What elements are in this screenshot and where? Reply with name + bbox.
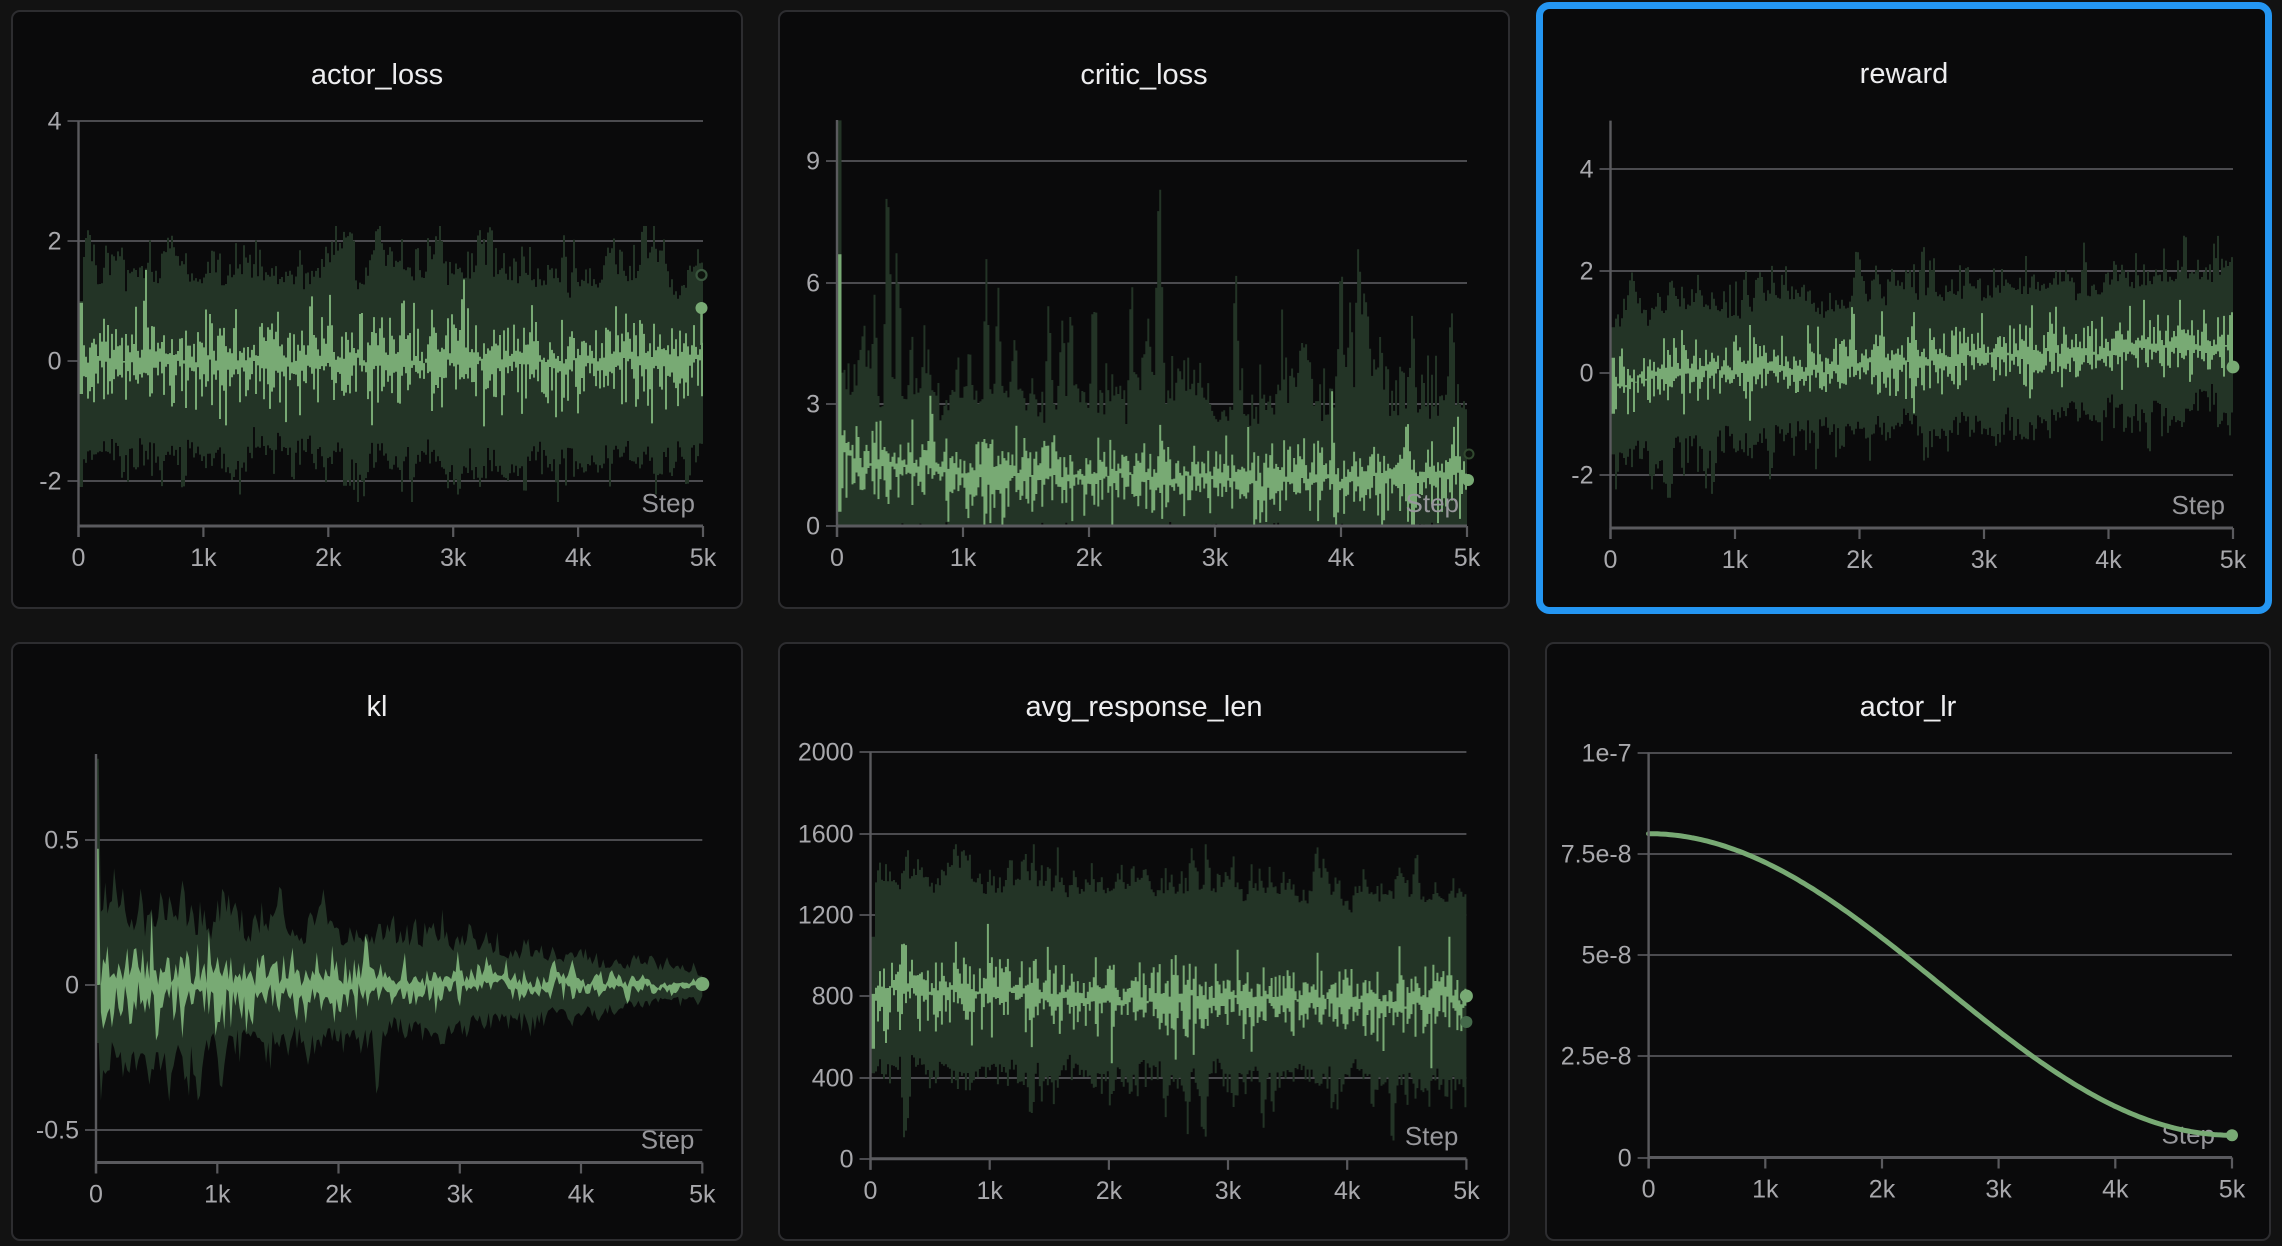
svg-text:3k: 3k: [1202, 544, 1229, 572]
svg-text:5k: 5k: [2219, 1176, 2246, 1204]
svg-text:1600: 1600: [798, 821, 854, 849]
svg-text:3: 3: [806, 391, 820, 419]
svg-text:2k: 2k: [1096, 1177, 1123, 1205]
svg-text:2k: 2k: [1869, 1176, 1896, 1204]
svg-text:5e-8: 5e-8: [1582, 942, 1632, 970]
svg-text:4k: 4k: [568, 1181, 595, 1209]
svg-text:2k: 2k: [1076, 544, 1103, 572]
svg-text:5k: 5k: [1454, 544, 1481, 572]
svg-text:4k: 4k: [565, 544, 592, 572]
svg-text:1200: 1200: [798, 902, 854, 930]
svg-text:5k: 5k: [689, 1181, 716, 1209]
svg-text:kl: kl: [367, 691, 388, 723]
svg-text:4k: 4k: [1334, 1177, 1361, 1205]
svg-text:0: 0: [89, 1181, 103, 1209]
svg-text:Step: Step: [2172, 490, 2226, 520]
svg-text:0: 0: [830, 544, 844, 572]
svg-text:2: 2: [48, 228, 62, 256]
svg-text:0: 0: [72, 544, 86, 572]
svg-text:4k: 4k: [1328, 544, 1355, 572]
svg-text:3k: 3k: [440, 544, 467, 572]
svg-text:2k: 2k: [1846, 546, 1873, 574]
svg-text:3k: 3k: [447, 1181, 474, 1209]
svg-text:-2: -2: [1571, 462, 1593, 490]
svg-text:-0.5: -0.5: [36, 1117, 79, 1145]
svg-text:0: 0: [48, 348, 62, 376]
svg-text:4: 4: [1580, 156, 1594, 184]
svg-text:0: 0: [1618, 1145, 1632, 1173]
svg-text:4k: 4k: [2102, 1176, 2129, 1204]
svg-text:6: 6: [806, 270, 820, 298]
svg-text:0: 0: [840, 1146, 854, 1174]
svg-text:Step: Step: [641, 1125, 695, 1155]
svg-text:1k: 1k: [190, 544, 217, 572]
svg-text:2.5e-8: 2.5e-8: [1561, 1043, 1632, 1071]
svg-text:reward: reward: [1860, 58, 1949, 90]
svg-text:0: 0: [1580, 360, 1594, 388]
svg-text:800: 800: [812, 983, 854, 1011]
svg-text:actor_lr: actor_lr: [1860, 691, 1957, 723]
svg-text:-2: -2: [39, 468, 61, 496]
svg-text:critic_loss: critic_loss: [1080, 59, 1207, 91]
svg-text:2k: 2k: [325, 1181, 352, 1209]
svg-text:4k: 4k: [2095, 546, 2122, 574]
svg-text:2000: 2000: [798, 739, 854, 767]
svg-text:1k: 1k: [204, 1181, 231, 1209]
svg-text:actor_loss: actor_loss: [311, 59, 443, 91]
svg-text:5k: 5k: [690, 544, 717, 572]
svg-text:1k: 1k: [1722, 546, 1749, 574]
svg-text:0: 0: [1604, 546, 1618, 574]
svg-text:0.5: 0.5: [44, 827, 79, 855]
svg-text:0: 0: [806, 513, 820, 541]
svg-text:Step: Step: [1405, 1121, 1459, 1151]
svg-text:5k: 5k: [2220, 546, 2247, 574]
svg-text:0: 0: [65, 972, 79, 1000]
svg-text:4: 4: [48, 108, 62, 136]
svg-text:3k: 3k: [1985, 1176, 2012, 1204]
svg-text:1k: 1k: [1752, 1176, 1779, 1204]
svg-text:2k: 2k: [315, 544, 342, 572]
svg-text:0: 0: [864, 1177, 878, 1205]
svg-text:2: 2: [1580, 258, 1594, 286]
svg-text:1k: 1k: [950, 544, 977, 572]
svg-text:7.5e-8: 7.5e-8: [1561, 841, 1632, 869]
svg-text:Step: Step: [1406, 488, 1460, 518]
svg-text:3k: 3k: [1971, 546, 1998, 574]
svg-text:0: 0: [1642, 1176, 1656, 1204]
svg-text:5k: 5k: [1453, 1177, 1480, 1205]
svg-text:3k: 3k: [1215, 1177, 1242, 1205]
svg-text:9: 9: [806, 148, 820, 176]
svg-text:Step: Step: [642, 488, 696, 518]
svg-text:1e-7: 1e-7: [1582, 740, 1632, 768]
svg-text:400: 400: [812, 1065, 854, 1093]
svg-text:avg_response_len: avg_response_len: [1025, 691, 1262, 723]
svg-text:1k: 1k: [976, 1177, 1003, 1205]
